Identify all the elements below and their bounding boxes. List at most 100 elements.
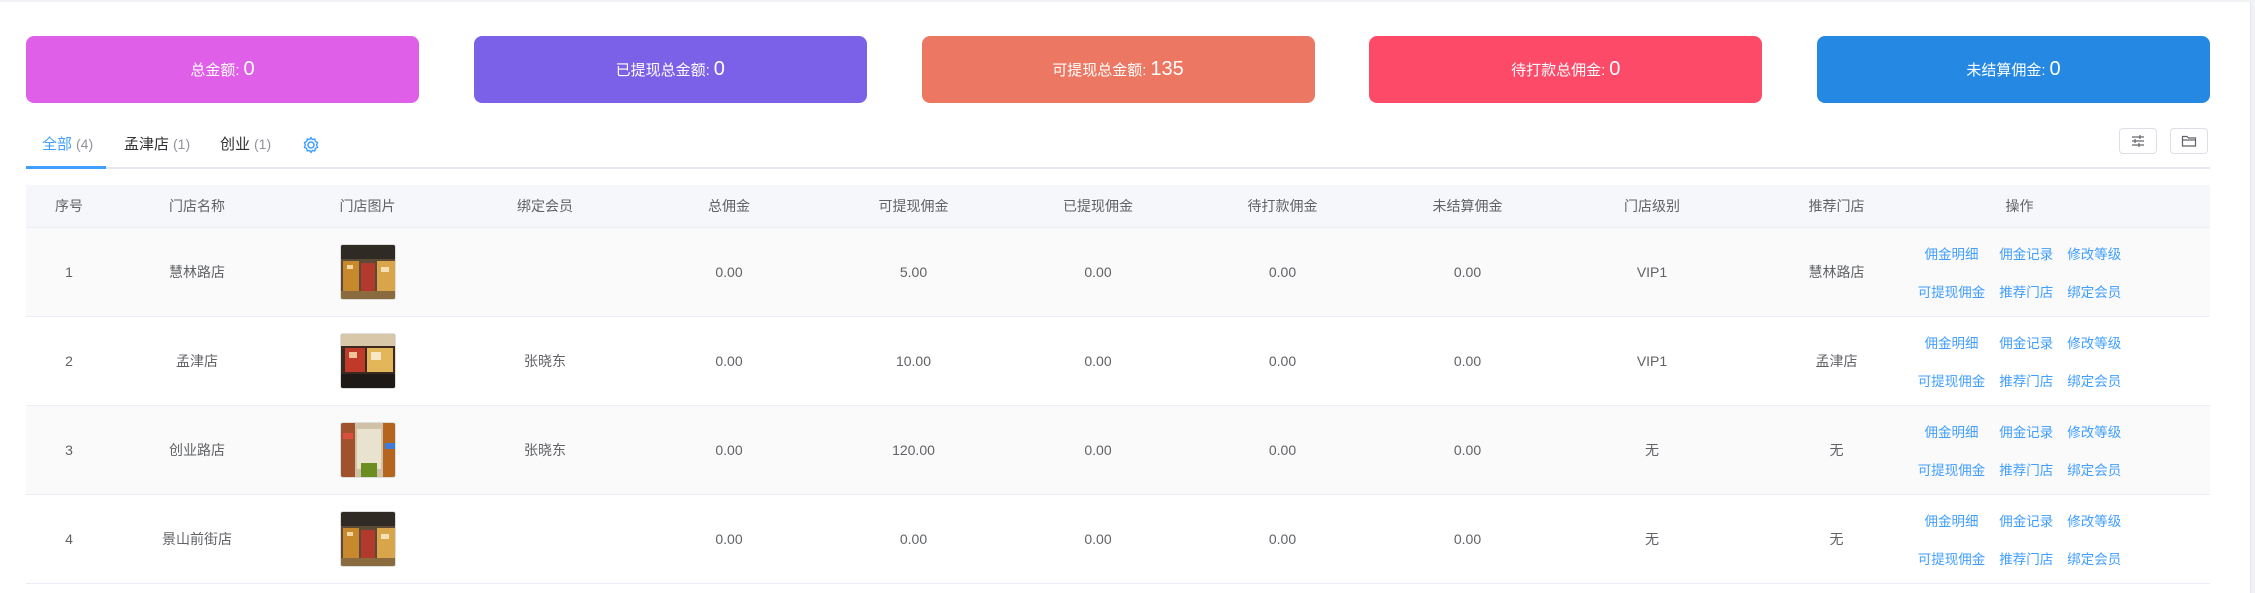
card-label: 总金额: xyxy=(190,62,240,79)
store-image-cell xyxy=(282,422,453,478)
bind-member-link[interactable]: 绑定会员 xyxy=(2067,459,2121,479)
store-name: 慧林路店 xyxy=(169,264,225,280)
withdrawable-commission-link[interactable]: 可提现佣金 xyxy=(1918,370,1986,390)
unsettled-commission: 0.00 xyxy=(1453,353,1482,369)
bind-member-link[interactable]: 绑定会员 xyxy=(2067,370,2121,390)
store-image[interactable] xyxy=(339,333,396,389)
store-image[interactable] xyxy=(339,244,396,300)
bind-member-link[interactable]: 绑定会员 xyxy=(2067,548,2121,568)
table-row: 4 景山前街店 0.00 0.00 0.00 0.00 0.00 无 无 佣金明… xyxy=(26,495,2210,584)
tab-count: (4) xyxy=(76,136,94,152)
column-header: 门店图片 xyxy=(339,198,396,214)
folder-icon xyxy=(2181,135,2197,147)
change-level-link[interactable]: 修改等级 xyxy=(2067,421,2121,441)
row-index: 1 xyxy=(65,264,73,280)
tab-chuangye[interactable]: 创业 (1) xyxy=(220,126,271,169)
referrer-store: 孟津店 xyxy=(1815,353,1858,369)
tab-count: (1) xyxy=(173,136,191,152)
row-index: 2 xyxy=(65,353,73,369)
withdrawable-commission: 120.00 xyxy=(892,442,935,458)
gear-icon[interactable] xyxy=(301,135,321,155)
commission-record-link[interactable]: 佣金记录 xyxy=(1999,421,2053,441)
withdrawn-commission: 0.00 xyxy=(1084,353,1112,369)
bind-member-link[interactable]: 绑定会员 xyxy=(2067,281,2121,301)
referrer-store-link[interactable]: 推荐门店 xyxy=(1999,548,2053,568)
column-header: 总佣金 xyxy=(708,198,750,214)
column-header: 推荐门店 xyxy=(1808,198,1865,214)
export-folder-button[interactable] xyxy=(2170,128,2208,154)
commission-detail-link[interactable]: 佣金明细 xyxy=(1918,332,1986,352)
total-commission: 0.00 xyxy=(715,531,743,547)
withdrawable-commission-link[interactable]: 可提现佣金 xyxy=(1918,281,1986,301)
store-image[interactable] xyxy=(339,511,396,567)
total-commission: 0.00 xyxy=(715,442,743,458)
card-label: 已提现总金额: xyxy=(615,62,710,79)
row-index: 4 xyxy=(65,531,73,547)
change-level-link[interactable]: 修改等级 xyxy=(2067,332,2121,352)
card-label: 待打款总佣金: xyxy=(1511,62,1606,79)
referrer-store-link[interactable]: 推荐门店 xyxy=(1999,370,2053,390)
column-header: 可提现佣金 xyxy=(878,198,949,214)
store-level: VIP1 xyxy=(1636,353,1668,369)
commission-detail-link[interactable]: 佣金明细 xyxy=(1918,421,1986,441)
withdrawable-commission-link[interactable]: 可提现佣金 xyxy=(1918,548,1986,568)
scrollbar-track[interactable] xyxy=(2250,2,2255,593)
column-header: 绑定会员 xyxy=(517,198,573,214)
column-header: 待打款佣金 xyxy=(1247,198,1318,214)
table-row: 1 慧林路店 0.00 5.00 0.00 0.00 0.00 VIP1 慧林路… xyxy=(26,228,2210,317)
table-row: 2 孟津店 张晓东 0.00 10.00 0.00 0.00 0.00 VIP1… xyxy=(26,317,2210,406)
store-tabs: 全部 (4) 孟津店 (1) 创业 (1) xyxy=(26,126,2210,169)
card-label: 未结算佣金: xyxy=(1966,62,2046,79)
change-level-link[interactable]: 修改等级 xyxy=(2067,243,2121,263)
store-name: 孟津店 xyxy=(176,353,218,369)
sliders-icon xyxy=(2132,135,2144,147)
card-value: 0 xyxy=(2049,58,2061,80)
referrer-store-link[interactable]: 推荐门店 xyxy=(1999,281,2053,301)
commission-detail-link[interactable]: 佣金明细 xyxy=(1918,510,1986,530)
card-value: 135 xyxy=(1150,58,1184,80)
card-pending-payment: 待打款总佣金: 0 xyxy=(1369,36,1763,103)
pending-commission: 0.00 xyxy=(1268,442,1297,458)
store-level: VIP1 xyxy=(1636,264,1668,280)
unsettled-commission: 0.00 xyxy=(1453,442,1482,458)
card-unsettled-commission: 未结算佣金: 0 xyxy=(1817,36,2210,103)
tab-label: 创业 xyxy=(220,136,251,153)
withdrawable-commission: 5.00 xyxy=(899,264,928,280)
store-image-cell xyxy=(282,244,453,300)
row-actions: 佣金明细 佣金记录 修改等级 可提现佣金 推荐门店 绑定会员 xyxy=(1918,510,2122,568)
withdrawn-commission: 0.00 xyxy=(1084,531,1112,547)
referrer-store: 无 xyxy=(1829,442,1844,458)
commission-record-link[interactable]: 佣金记录 xyxy=(1999,510,2053,530)
store-name: 景山前街店 xyxy=(162,531,232,547)
commission-record-link[interactable]: 佣金记录 xyxy=(1999,243,2053,263)
withdrawn-commission: 0.00 xyxy=(1084,264,1112,280)
store-image-cell xyxy=(282,511,453,567)
withdrawable-commission: 0.00 xyxy=(899,531,928,547)
active-tab-indicator xyxy=(26,166,106,169)
store-image[interactable] xyxy=(339,422,396,478)
card-value: 0 xyxy=(243,58,255,80)
pending-commission: 0.00 xyxy=(1268,353,1297,369)
column-header: 门店级别 xyxy=(1624,198,1680,214)
row-actions: 佣金明细 佣金记录 修改等级 可提现佣金 推荐门店 绑定会员 xyxy=(1918,332,2122,390)
tab-mengjin[interactable]: 孟津店 (1) xyxy=(124,126,190,169)
store-level: 无 xyxy=(1645,531,1659,547)
commission-record-link[interactable]: 佣金记录 xyxy=(1999,332,2053,352)
change-level-link[interactable]: 修改等级 xyxy=(2067,510,2121,530)
summary-cards: 总金额: 0 已提现总金额: 0 可提现总金额: 135 待打款总佣金: 0 未结算佣金… xyxy=(26,36,2210,103)
page: 总金额: 0 已提现总金额: 0 可提现总金额: 135 待打款总佣金: 0 未结算佣金… xyxy=(0,0,2255,593)
filter-settings-button[interactable] xyxy=(2119,128,2157,154)
table-header: 序号 门店名称 门店图片 绑定会员 总佣金 可提现佣金 已提现佣金 待打款佣金 … xyxy=(26,185,2210,228)
commission-detail-link[interactable]: 佣金明细 xyxy=(1918,243,1986,263)
store-name: 创业路店 xyxy=(169,442,225,458)
pending-commission: 0.00 xyxy=(1268,531,1297,547)
referrer-store: 无 xyxy=(1829,531,1844,547)
tab-all[interactable]: 全部 (4) xyxy=(42,126,93,169)
bound-member: 张晓东 xyxy=(524,353,566,369)
withdrawable-commission-link[interactable]: 可提现佣金 xyxy=(1918,459,1986,479)
referrer-store-link[interactable]: 推荐门店 xyxy=(1999,459,2053,479)
card-label: 可提现总金额: xyxy=(1052,62,1147,79)
store-commission-table: 序号 门店名称 门店图片 绑定会员 总佣金 可提现佣金 已提现佣金 待打款佣金 … xyxy=(26,185,2210,584)
card-value: 0 xyxy=(1609,58,1621,80)
store-image-cell xyxy=(282,333,453,389)
